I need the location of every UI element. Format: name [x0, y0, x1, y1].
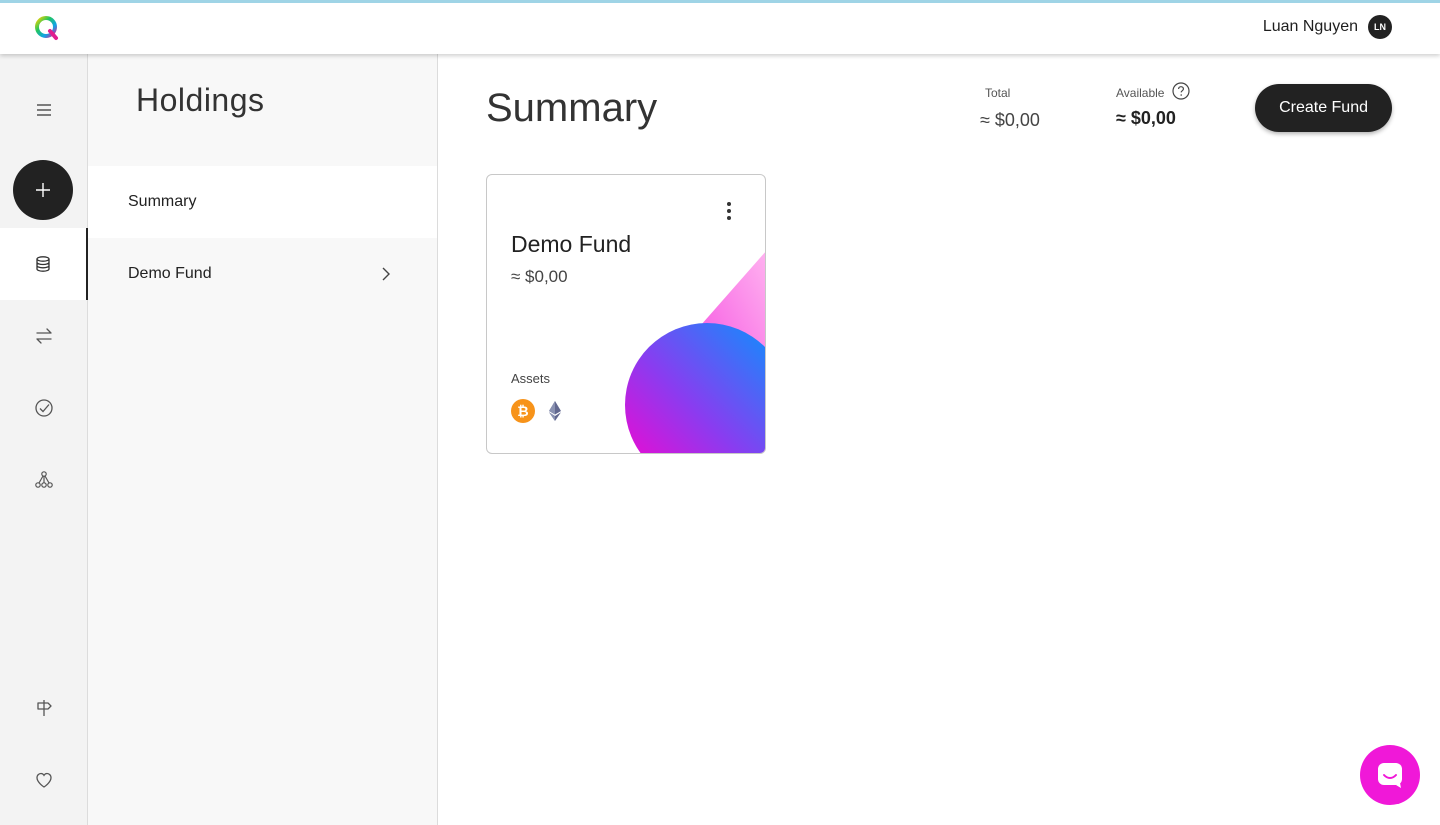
icon-rail: [0, 54, 88, 825]
more-vertical-icon[interactable]: [719, 199, 739, 223]
holdings-item-demo-fund[interactable]: Demo Fund: [88, 238, 437, 310]
fund-card[interactable]: Demo Fund ≈ $0,00 Assets ₿: [486, 174, 766, 454]
holdings-item-label: Summary: [128, 193, 197, 210]
svg-text:₿: ₿: [517, 404, 528, 420]
holdings-panel: Holdings Summary Demo Fund: [88, 54, 438, 825]
holdings-item-label: Demo Fund: [128, 265, 212, 282]
available-label-row: Available: [1116, 82, 1191, 100]
nav-guide[interactable]: [0, 672, 88, 744]
heart-icon: [36, 772, 52, 788]
assets-list: ₿: [511, 399, 567, 423]
signpost-icon: [37, 700, 52, 716]
database-icon: [36, 256, 50, 272]
user-menu[interactable]: Luan Nguyen LN: [1263, 15, 1392, 39]
fund-value: ≈ $0,00: [511, 267, 568, 286]
user-name: Luan Nguyen: [1262, 18, 1358, 35]
q-logo-icon[interactable]: [34, 15, 60, 41]
assets-label: Assets: [511, 371, 551, 386]
nav-transfers[interactable]: [0, 300, 88, 372]
nav-approvals[interactable]: [0, 372, 88, 444]
menu-button[interactable]: [0, 74, 88, 146]
plus-icon: [36, 183, 50, 197]
holdings-item-summary[interactable]: Summary: [88, 166, 437, 238]
transfer-arrows-icon: [36, 328, 52, 344]
chat-launcher[interactable]: [1360, 745, 1420, 805]
chat-bubble-icon: [1378, 763, 1402, 788]
help-icon[interactable]: [1172, 82, 1191, 100]
nav-holdings[interactable]: [0, 228, 88, 300]
network-icon: [35, 471, 53, 488]
create-fund-button[interactable]: Create Fund: [1255, 84, 1392, 132]
available-label: Available: [1116, 86, 1165, 100]
page-title: Summary: [486, 86, 658, 130]
ethereum-icon: [549, 401, 561, 421]
check-circle-icon: [35, 399, 53, 417]
available-value: ≈ $0,00: [1116, 108, 1176, 128]
avatar[interactable]: LN: [1368, 15, 1392, 39]
bitcoin-icon: ₿: [511, 399, 535, 423]
main-content: Summary Total ≈ $0,00 Available ≈ $0,00 …: [438, 54, 1440, 825]
total-stat: Total ≈ $0,00: [980, 86, 1040, 131]
fund-title: Demo Fund: [511, 231, 632, 257]
chevron-right-icon: [382, 267, 390, 281]
available-stat: Available ≈ $0,00: [1116, 82, 1191, 129]
panel-title: Holdings: [136, 82, 265, 118]
menu-icon: [37, 104, 51, 116]
top-header: Luan Nguyen LN: [0, 0, 1440, 54]
total-value: ≈ $0,00: [980, 110, 1040, 130]
total-label: Total: [985, 86, 1011, 100]
add-button[interactable]: [13, 160, 73, 220]
nav-favorites[interactable]: [0, 744, 88, 816]
nav-network[interactable]: [0, 444, 88, 516]
